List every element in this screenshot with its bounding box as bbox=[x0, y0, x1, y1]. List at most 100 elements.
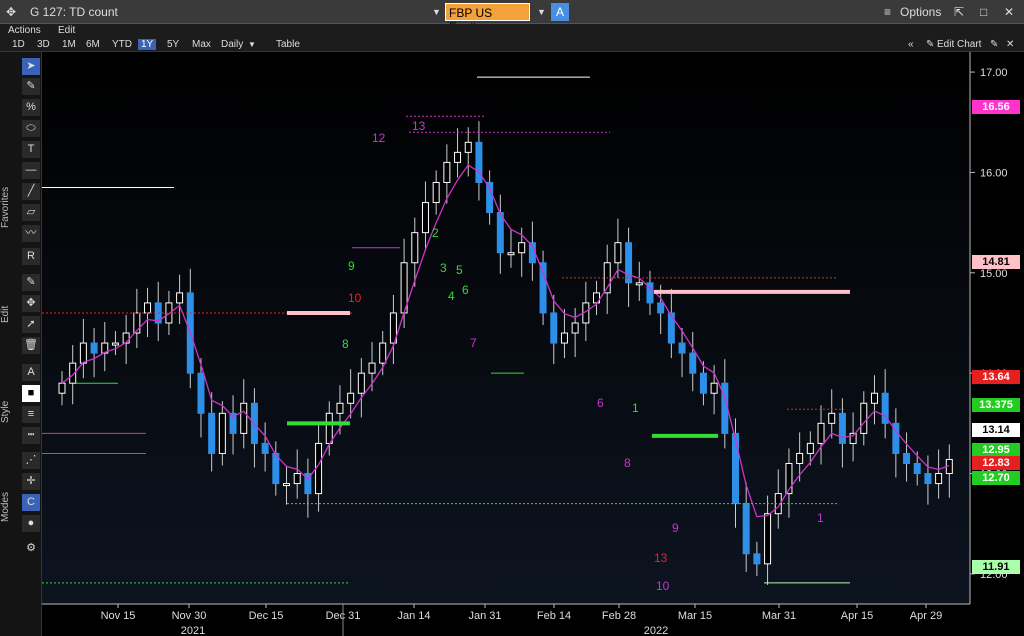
td-count-label: 5 bbox=[456, 263, 463, 277]
candle bbox=[496, 212, 504, 254]
color-icon[interactable]: ● bbox=[22, 515, 40, 532]
menu-actions[interactable]: Actions bbox=[8, 25, 41, 36]
period-ytd[interactable]: YTD bbox=[112, 39, 132, 50]
price-label-16-56: 16.56 bbox=[972, 100, 1020, 114]
options-button[interactable]: Options bbox=[900, 5, 941, 19]
channel-icon[interactable]: ▱ bbox=[22, 204, 40, 221]
chart-area[interactable]: 17.0016.0015.0014.0013.0012.00Nov 15Nov … bbox=[42, 52, 1024, 636]
period-1y[interactable]: 1Y bbox=[138, 39, 157, 50]
candle bbox=[325, 412, 333, 444]
modes-label: Modes bbox=[0, 492, 11, 523]
select-icon[interactable]: ➚ bbox=[22, 316, 40, 333]
candle bbox=[111, 342, 119, 346]
candle bbox=[667, 312, 675, 344]
price-label-12-95: 12.95 bbox=[972, 443, 1020, 457]
options-icon[interactable]: ≡ bbox=[884, 5, 891, 19]
candle bbox=[486, 181, 494, 214]
td-count-label: 9 bbox=[672, 521, 679, 535]
trash-icon[interactable]: 🗑 bbox=[22, 337, 40, 354]
candle bbox=[261, 442, 269, 454]
candle bbox=[58, 382, 66, 394]
price-label-12-70: 12.70 bbox=[972, 471, 1020, 485]
candle bbox=[838, 412, 846, 444]
popout-icon[interactable]: ⇱ bbox=[954, 5, 964, 19]
td-count-label: 13 bbox=[654, 551, 668, 565]
candle bbox=[764, 513, 772, 565]
td-count-label: 4 bbox=[448, 289, 455, 303]
td-count-label: 6 bbox=[597, 396, 604, 410]
r-icon[interactable]: R bbox=[22, 248, 40, 265]
table-button[interactable]: Table bbox=[276, 39, 300, 50]
frequency-dropdown-icon[interactable]: ▼ bbox=[248, 40, 256, 49]
period-bar: 1D 3D 1M 6M YTD 1Y 5Y Max Daily ▼ Table … bbox=[0, 38, 1024, 52]
trendline-icon[interactable]: ╱ bbox=[22, 183, 40, 200]
year-label: 2022 bbox=[644, 625, 668, 636]
y-tick-label: 15.00 bbox=[980, 268, 1008, 280]
text-icon[interactable]: T bbox=[22, 141, 40, 158]
close-panel-icon[interactable]: ✕ bbox=[1006, 39, 1014, 50]
td-count-label: 2 bbox=[432, 226, 439, 240]
period-1m[interactable]: 1M bbox=[62, 39, 76, 50]
move-tool-icon[interactable]: ✥ bbox=[22, 295, 40, 312]
pointer-icon[interactable]: ➤ bbox=[22, 58, 40, 75]
candle bbox=[240, 402, 248, 434]
y-tick-label: 17.00 bbox=[980, 67, 1008, 79]
edit-chart-icon[interactable]: ✎ bbox=[926, 39, 934, 50]
style-label: Style bbox=[0, 400, 11, 424]
line-style-icon[interactable]: ┅ bbox=[22, 427, 40, 444]
line-weight-icon[interactable]: ≡ bbox=[22, 406, 40, 423]
candle bbox=[208, 412, 216, 454]
hline-icon[interactable]: — bbox=[22, 162, 40, 179]
candle bbox=[571, 322, 579, 334]
year-label: 2021 bbox=[181, 625, 205, 636]
candle bbox=[443, 161, 451, 183]
candle bbox=[293, 473, 301, 485]
gear-icon[interactable]: ⚙ bbox=[22, 540, 40, 557]
price-label-14-81: 14.81 bbox=[972, 255, 1020, 269]
plot-background bbox=[42, 52, 970, 604]
x-tick-label: Apr 15 bbox=[841, 610, 873, 622]
candle bbox=[870, 392, 878, 404]
period-6m[interactable]: 6M bbox=[86, 39, 100, 50]
ticker-input[interactable]: FBP US Equity bbox=[445, 3, 530, 34]
candle bbox=[796, 452, 804, 464]
candle bbox=[432, 181, 440, 204]
wave-icon[interactable]: 〰 bbox=[22, 225, 40, 242]
candle bbox=[454, 151, 462, 163]
brush-icon[interactable]: ✎ bbox=[22, 274, 40, 291]
ellipse-icon[interactable]: ⬭ bbox=[22, 120, 40, 137]
maximize-icon[interactable]: □ bbox=[980, 5, 987, 19]
close-icon[interactable]: ✕ bbox=[1004, 5, 1014, 19]
candle bbox=[689, 352, 697, 374]
candle bbox=[657, 302, 665, 314]
period-5y[interactable]: 5Y bbox=[167, 39, 179, 50]
percent-icon[interactable]: % bbox=[22, 99, 40, 116]
frequency-select[interactable]: Daily bbox=[221, 39, 243, 50]
x-tick-label: Dec 15 bbox=[249, 610, 284, 622]
candle bbox=[421, 202, 429, 234]
crosshair-icon[interactable]: ✛ bbox=[22, 473, 40, 490]
fill-icon[interactable]: ■ bbox=[22, 385, 40, 402]
pen-icon[interactable]: ✎ bbox=[22, 78, 40, 95]
edit-chart-button[interactable]: Edit Chart bbox=[937, 39, 981, 50]
move-icon[interactable]: ✥ bbox=[6, 5, 16, 19]
td-count-label: 1 bbox=[817, 511, 824, 525]
settings-icon[interactable]: ✎ bbox=[990, 39, 998, 50]
title-bar: ✥ G 127: TD count ▼ FBP US Equity ▼ A ≡ … bbox=[0, 0, 1024, 34]
candle bbox=[464, 141, 472, 153]
x-tick-label: Jan 31 bbox=[468, 610, 501, 622]
candle bbox=[699, 372, 707, 394]
magnet-icon[interactable]: C bbox=[22, 494, 40, 511]
period-3d[interactable]: 3D bbox=[37, 39, 50, 50]
ticker-button[interactable]: A bbox=[551, 3, 569, 21]
menu-edit[interactable]: Edit bbox=[58, 25, 75, 36]
dropdown-icon[interactable]: ▼ bbox=[432, 7, 441, 17]
collapse-icon[interactable]: « bbox=[908, 39, 914, 50]
candle bbox=[336, 402, 344, 414]
dotted-icon[interactable]: ⋰ bbox=[22, 452, 40, 469]
period-1d[interactable]: 1D bbox=[12, 39, 25, 50]
candle bbox=[806, 442, 814, 454]
period-max[interactable]: Max bbox=[192, 39, 211, 50]
ticker-dropdown-icon[interactable]: ▼ bbox=[537, 7, 546, 17]
font-icon[interactable]: A bbox=[22, 364, 40, 381]
